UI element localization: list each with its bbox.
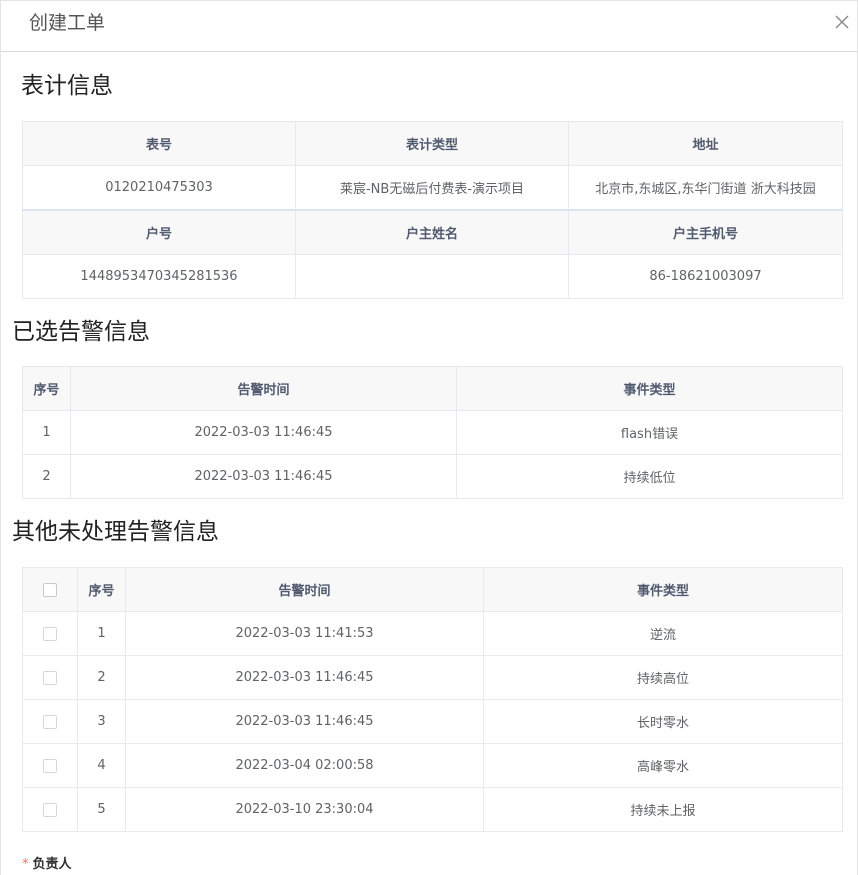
owner-field-label: * 负责人 (22, 853, 72, 872)
owner-phone-value: 86-18621003097 (568, 254, 843, 299)
alarm-time-header: 告警时间 (70, 366, 457, 411)
row-checkbox[interactable] (43, 670, 57, 685)
row-alarm-time: 2022-03-03 11:46:45 (125, 699, 484, 744)
table-row: 2 2022-03-03 11:46:45 持续高位 (22, 655, 843, 700)
row-alarm-time: 2022-03-10 23:30:04 (125, 787, 484, 832)
row-event-type: 持续高位 (483, 655, 843, 700)
owner-name-value (295, 254, 569, 299)
row-index: 2 (77, 655, 126, 700)
row-index: 2 (22, 454, 71, 499)
meter-number-value: 0120210475303 (22, 165, 296, 211)
row-index: 5 (77, 787, 126, 832)
meter-info-value-row-2: 1448953470345281536 86-18621003097 (22, 254, 843, 299)
table-row: 5 2022-03-10 23:30:04 持续未上报 (22, 787, 843, 832)
select-all-cell (22, 567, 78, 612)
row-index: 3 (77, 699, 126, 744)
row-alarm-time: 2022-03-03 11:46:45 (70, 454, 457, 499)
index-header: 序号 (22, 366, 71, 411)
meter-info-table: 表号 表计类型 地址 0120210475303 莱宸-NB无磁后付费表-演示项… (22, 121, 843, 299)
event-type-header: 事件类型 (483, 567, 843, 612)
close-icon[interactable] (833, 13, 851, 31)
meter-type-value: 莱宸-NB无磁后付费表-演示项目 (295, 165, 569, 211)
dialog-header: 创建工单 (1, 1, 857, 52)
account-number-value: 1448953470345281536 (22, 254, 296, 299)
account-number-header: 户号 (22, 209, 296, 255)
row-select-cell (22, 611, 78, 656)
row-select-cell (22, 743, 78, 788)
select-all-checkbox[interactable] (43, 582, 57, 597)
table-row: 1 2022-03-03 11:41:53 逆流 (22, 611, 843, 656)
row-event-type: 持续未上报 (483, 787, 843, 832)
other-alarms-table: 序号 告警时间 事件类型 1 2022-03-03 11:41:53 逆流 2 … (22, 567, 843, 832)
row-alarm-time: 2022-03-03 11:46:45 (70, 410, 457, 455)
meter-info-title: 表计信息 (21, 73, 113, 99)
row-checkbox[interactable] (43, 758, 57, 773)
owner-name-header: 户主姓名 (295, 209, 569, 255)
owner-phone-header: 户主手机号 (568, 209, 843, 255)
row-select-cell (22, 655, 78, 700)
row-checkbox[interactable] (43, 714, 57, 729)
row-checkbox[interactable] (43, 626, 57, 641)
row-alarm-time: 2022-03-03 11:46:45 (125, 655, 484, 700)
row-event-type: flash错误 (456, 410, 843, 455)
table-row: 3 2022-03-03 11:46:45 长时零水 (22, 699, 843, 744)
row-event-type: 高峰零水 (483, 743, 843, 788)
table-row: 2 2022-03-03 11:46:45 持续低位 (22, 454, 843, 499)
row-index: 1 (22, 410, 71, 455)
row-event-type: 长时零水 (483, 699, 843, 744)
row-event-type: 逆流 (483, 611, 843, 656)
row-select-cell (22, 787, 78, 832)
table-row: 4 2022-03-04 02:00:58 高峰零水 (22, 743, 843, 788)
dialog-title: 创建工单 (29, 12, 106, 34)
row-event-type: 持续低位 (456, 454, 843, 499)
row-checkbox[interactable] (43, 802, 57, 817)
meter-type-header: 表计类型 (295, 121, 569, 166)
table-header-row: 序号 告警时间 事件类型 (22, 567, 843, 612)
table-header-row: 序号 告警时间 事件类型 (22, 366, 843, 411)
row-index: 4 (77, 743, 126, 788)
alarm-time-header: 告警时间 (125, 567, 484, 612)
table-row: 1 2022-03-03 11:46:45 flash错误 (22, 410, 843, 455)
required-mark: * (22, 857, 29, 872)
row-select-cell (22, 699, 78, 744)
index-header: 序号 (77, 567, 126, 612)
selected-alarms-title: 已选告警信息 (12, 319, 150, 345)
selected-alarms-table: 序号 告警时间 事件类型 1 2022-03-03 11:46:45 flash… (22, 366, 843, 499)
address-header: 地址 (568, 121, 843, 166)
owner-label-text: 负责人 (32, 857, 72, 872)
event-type-header: 事件类型 (456, 366, 843, 411)
row-alarm-time: 2022-03-04 02:00:58 (125, 743, 484, 788)
row-alarm-time: 2022-03-03 11:41:53 (125, 611, 484, 656)
meter-info-header-row-2: 户号 户主姓名 户主手机号 (22, 209, 843, 255)
address-value: 北京市,东城区,东华门街道 浙大科技园 (568, 165, 843, 211)
meter-info-header-row-1: 表号 表计类型 地址 (22, 121, 843, 166)
row-index: 1 (77, 611, 126, 656)
other-alarms-title: 其他未处理告警信息 (12, 519, 219, 545)
create-ticket-dialog: 创建工单 表计信息 表号 表计类型 地址 0120210475303 莱宸-NB… (0, 0, 858, 875)
meter-number-header: 表号 (22, 121, 296, 166)
meter-info-value-row-1: 0120210475303 莱宸-NB无磁后付费表-演示项目 北京市,东城区,东… (22, 165, 843, 211)
